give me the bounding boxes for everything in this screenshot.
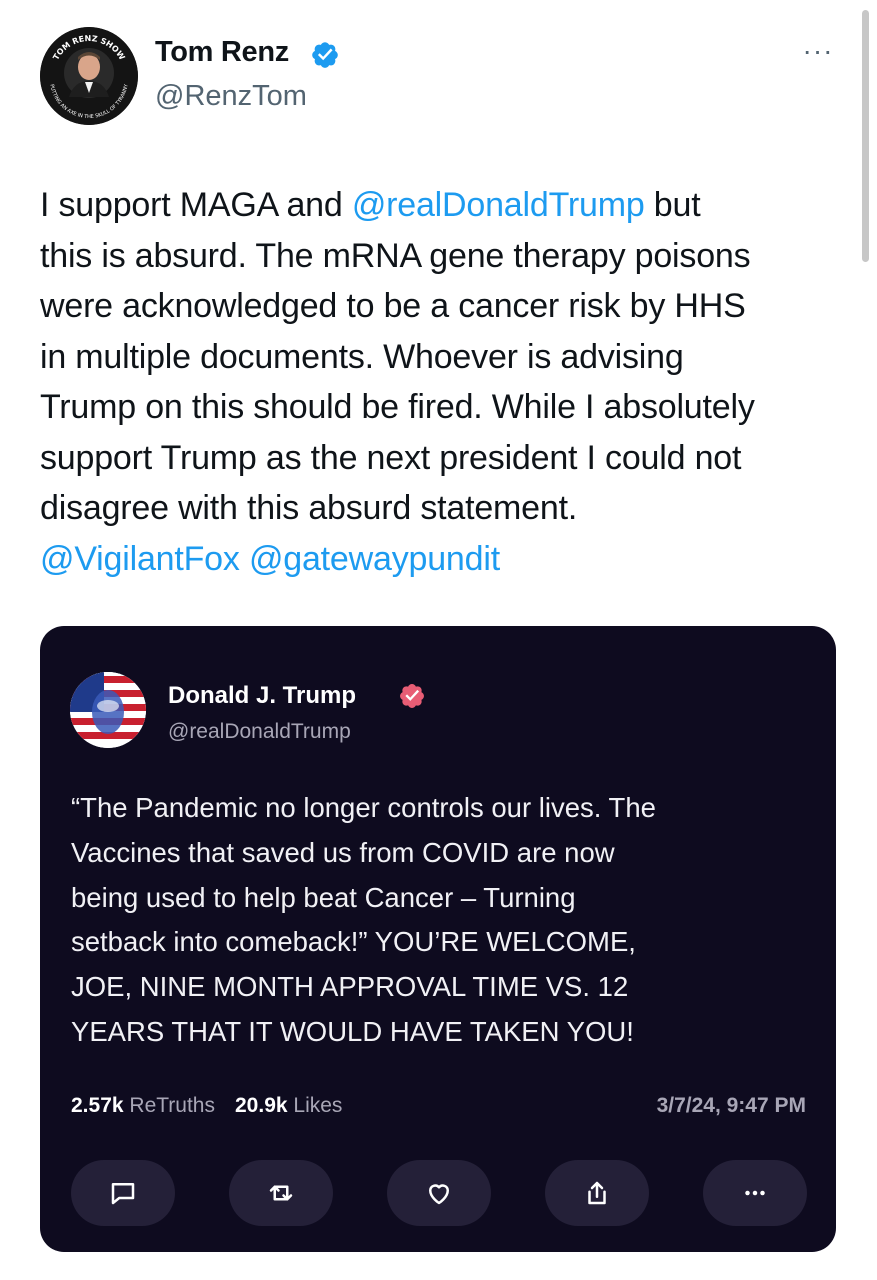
mention-link[interactable]: @VigilantFox	[40, 540, 240, 578]
embedded-text-line: Vaccines that saved us from COVID are no…	[71, 836, 615, 868]
embedded-author-name: Donald J. Trump	[168, 682, 357, 709]
truth-verified-badge-icon	[400, 684, 424, 708]
verified-badge-icon	[312, 42, 338, 68]
retruth-icon	[269, 1185, 293, 1201]
embedded-avatar-image	[70, 672, 146, 748]
embedded-text-line: setback into comeback!” YOU’RE WELCOME,	[71, 926, 636, 958]
more-icon	[745, 1190, 765, 1196]
embedded-post-text: “The Pandemic no longer controls our liv…	[71, 786, 811, 1055]
reply-icon	[111, 1183, 135, 1205]
embedded-text-line: being used to help beat Cancer – Turning	[71, 881, 576, 913]
embedded-author-handle: @realDonaldTrump	[168, 720, 351, 743]
likes-count: 20.9k	[235, 1094, 288, 1117]
tweet-text-line: support Trump as the next president I co…	[40, 438, 742, 477]
tweet-text: I support MAGA and @realDonaldTrump but …	[40, 180, 840, 584]
embedded-text-line: JOE, NINE MONTH APPROVAL TIME VS. 12	[71, 971, 629, 1003]
reply-button	[71, 1160, 175, 1226]
embedded-stats: 2.57k ReTruths 20.9k Likes	[71, 1094, 342, 1118]
mention-link[interactable]: @gatewaypundit	[249, 540, 500, 578]
tweet-text-segment: I support MAGA and	[40, 186, 352, 224]
share-button	[545, 1160, 649, 1226]
author-display-name[interactable]: Tom Renz	[155, 36, 289, 69]
tweet-text-segment: but	[644, 186, 701, 224]
tweet-text-line: I support MAGA and @realDonaldTrump but	[40, 180, 840, 231]
more-options-icon[interactable]: ···	[800, 37, 836, 68]
tweet-text-line: were acknowledged to be a cancer risk by…	[40, 287, 746, 325]
like-button	[387, 1160, 491, 1226]
tweet-text-line: Trump on this should be fired. While I a…	[40, 388, 755, 426]
embedded-text-line: YEARS THAT IT WOULD HAVE TAKEN YOU!	[71, 1015, 634, 1047]
likes-label: Likes	[293, 1094, 343, 1117]
embedded-avatar	[70, 672, 146, 748]
avatar[interactable]: TOM RENZ SHOW PUTTING AN AXE IN THE SKUL…	[40, 27, 138, 125]
retruths-label: ReTruths	[129, 1094, 215, 1117]
embedded-post-image[interactable]: Donald J. Trump @realDonaldTrump “The Pa…	[40, 626, 836, 1252]
mentions-line: @VigilantFox @gatewaypundit	[40, 534, 840, 585]
retruth-button	[229, 1160, 333, 1226]
tweet-text-line: disagree with this absurd statement.	[40, 489, 578, 527]
embedded-action-bar	[71, 1160, 807, 1226]
mention-link[interactable]: @realDonaldTrump	[352, 186, 645, 224]
retruths-count: 2.57k	[71, 1094, 124, 1117]
like-icon	[429, 1184, 449, 1205]
tweet-text-line: this is absurd. The mRNA gene therapy po…	[40, 236, 751, 275]
share-icon	[588, 1181, 606, 1205]
more-button	[703, 1160, 807, 1226]
author-handle[interactable]: @RenzTom	[155, 80, 307, 113]
avatar-image: TOM RENZ SHOW PUTTING AN AXE IN THE SKUL…	[40, 27, 138, 125]
embedded-text-line: “The Pandemic no longer controls our liv…	[71, 792, 656, 823]
tweet-text-line: in multiple documents. Whoever is advisi…	[40, 337, 684, 376]
embedded-timestamp: 3/7/24, 9:47 PM	[656, 1094, 806, 1117]
scrollbar[interactable]	[862, 10, 869, 262]
